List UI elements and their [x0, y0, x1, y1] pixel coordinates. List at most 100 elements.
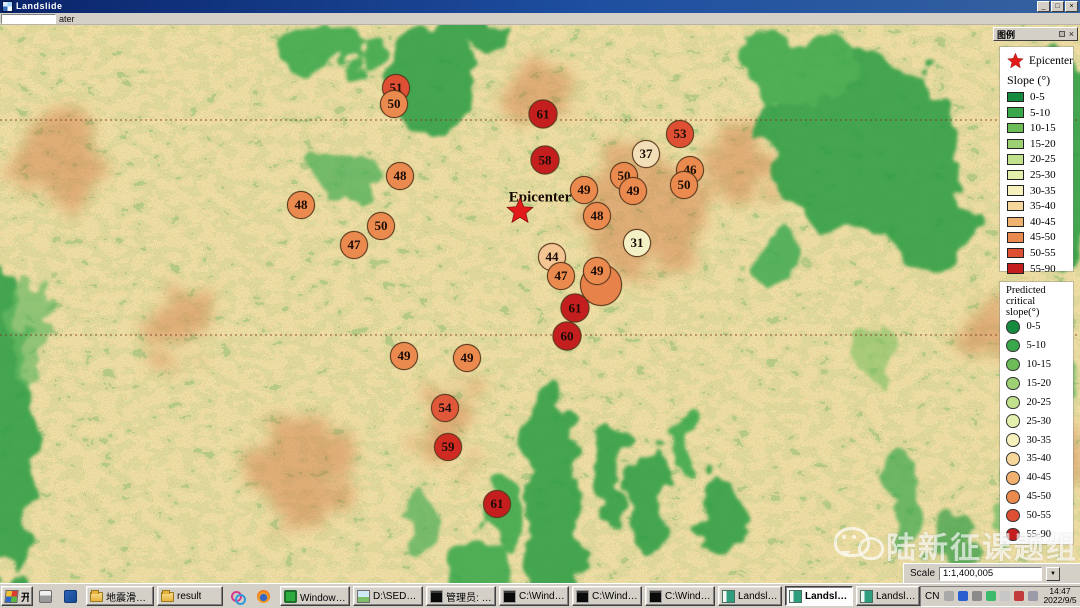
- slope-legend-range: 25-30: [1030, 169, 1056, 181]
- slope-marker[interactable]: 37: [632, 140, 660, 168]
- predicted-legend-swatch: [1006, 433, 1020, 447]
- slope-legend-range: 45-50: [1030, 231, 1056, 243]
- slope-marker[interactable]: 50: [367, 212, 395, 240]
- maximize-button-icon[interactable]: □: [1051, 1, 1064, 12]
- slope-marker[interactable]: 61: [529, 100, 558, 129]
- taskbar-item[interactable]: [253, 586, 277, 606]
- taskbar-item-label: Landslide: [738, 591, 778, 602]
- taskbar-item-icon: [503, 590, 516, 603]
- taskbar-item[interactable]: Windows 任...: [280, 586, 350, 606]
- taskbar-item[interactable]: [226, 586, 250, 606]
- scale-combo[interactable]: 1:1,400,005: [939, 567, 1042, 581]
- taskbar-item-label: result: [177, 591, 201, 602]
- legend-panel-titlebar[interactable]: 图例 ×: [993, 27, 1078, 41]
- wechat-icon: [834, 525, 880, 565]
- predicted-legend-list: 0-5 5-10 10-15 15-20: [1006, 320, 1073, 541]
- slope-marker[interactable]: 50: [380, 90, 408, 118]
- slope-marker[interactable]: 49: [619, 177, 647, 205]
- predicted-legend-row: 50-55: [1006, 509, 1073, 523]
- slope-marker[interactable]: 48: [386, 162, 414, 190]
- taskbar-item-icon: [357, 590, 370, 603]
- slope-legend-row: 5-10: [1007, 107, 1073, 119]
- slope-legend-swatch: [1007, 201, 1024, 212]
- alert-tray-icon[interactable]: [1014, 591, 1024, 601]
- minimize-button-icon[interactable]: _: [1037, 1, 1050, 12]
- marker-value: 37: [640, 146, 653, 162]
- slope-marker[interactable]: 47: [547, 262, 575, 290]
- slope-legend-range: 30-35: [1030, 185, 1056, 197]
- taskbar-item[interactable]: C:\Windows...: [499, 586, 569, 606]
- slope-marker[interactable]: 47: [340, 231, 368, 259]
- scale-dropdown-arrow-icon[interactable]: ▼: [1046, 567, 1060, 581]
- close-button-icon[interactable]: ×: [1065, 1, 1078, 12]
- slope-marker[interactable]: 54: [431, 394, 459, 422]
- epicenter-star-icon[interactable]: [506, 198, 534, 224]
- toolbar-combo-input[interactable]: [1, 14, 56, 24]
- volume-tray-icon[interactable]: [972, 591, 982, 601]
- window-titlebar[interactable]: Landslide _ □ ×: [0, 0, 1080, 13]
- slope-marker[interactable]: 48: [287, 191, 315, 219]
- slope-marker[interactable]: 48: [583, 202, 611, 230]
- slope-legend-range: 20-25: [1030, 153, 1056, 165]
- marker-value: 49: [578, 182, 591, 198]
- pin-icon[interactable]: [1059, 31, 1065, 37]
- taskbar-item-icon: [430, 590, 443, 603]
- app-icon: [2, 1, 13, 12]
- predicted-legend-swatch: [1006, 358, 1020, 372]
- slope-marker[interactable]: 58: [531, 146, 560, 175]
- marker-value: 47: [555, 268, 568, 284]
- taskbar-item[interactable]: 地震滑坡计...: [86, 586, 154, 606]
- slope-legend-swatch: [1007, 217, 1024, 228]
- predicted-legend-range: 0-5: [1027, 321, 1041, 332]
- taskbar-item-label: 管理员: C:...: [446, 589, 492, 604]
- taskbar-item[interactable]: Landslide: [785, 586, 853, 606]
- clock[interactable]: 14:47 2022/9/5: [1043, 587, 1076, 605]
- taskbar-item[interactable]: D:\SED-ACT...: [353, 586, 423, 606]
- taskbar-item[interactable]: [36, 586, 58, 606]
- marker-value: 60: [561, 328, 574, 344]
- predicted-legend-row: 20-25: [1006, 396, 1073, 410]
- predicted-legend-row: 45-50: [1006, 490, 1073, 504]
- flag-tray-icon[interactable]: [1000, 591, 1010, 601]
- taskbar-item[interactable]: C:\Windows...: [645, 586, 715, 606]
- taskbar-item[interactable]: result: [157, 586, 223, 606]
- marker-value: 47: [348, 237, 361, 253]
- slope-marker[interactable]: 50: [670, 171, 698, 199]
- taskbar-item[interactable]: Landslide: [856, 586, 920, 606]
- predicted-legend-row: 35-40: [1006, 452, 1073, 466]
- taskbar-item[interactable]: 开始: [1, 586, 33, 606]
- legend-epicenter-star-icon: [1007, 51, 1024, 71]
- slope-legend-swatch: [1007, 123, 1024, 134]
- taskbar-item-icon: [64, 590, 77, 603]
- green-app-tray-icon[interactable]: [986, 591, 996, 601]
- toolbar-text: ater: [59, 14, 75, 24]
- slope-marker[interactable]: 61: [561, 294, 590, 323]
- slope-map-canvas[interactable]: 51 50 48 48 50 47 61: [0, 25, 1080, 583]
- slope-legend-row: 40-45: [1007, 216, 1073, 228]
- slope-legend-list: 0-5 5-10 10-15 15-20: [1007, 91, 1073, 275]
- slope-marker[interactable]: 49: [583, 257, 611, 285]
- slope-marker[interactable]: 31: [623, 229, 651, 257]
- monitor-tray-icon[interactable]: [1028, 591, 1038, 601]
- legend-close-icon[interactable]: ×: [1069, 30, 1074, 38]
- taskbar-item[interactable]: [61, 586, 83, 606]
- slope-marker[interactable]: 49: [453, 344, 481, 372]
- taskbar-item[interactable]: Landslide: [718, 586, 782, 606]
- marker-value: 49: [398, 348, 411, 364]
- slope-marker[interactable]: 60: [553, 322, 582, 351]
- slope-marker[interactable]: 53: [666, 120, 694, 148]
- slope-legend-row: 35-40: [1007, 200, 1073, 212]
- slope-legend-swatch: [1007, 263, 1024, 274]
- printer-tray-icon[interactable]: [944, 591, 954, 601]
- slope-marker[interactable]: 49: [390, 342, 418, 370]
- slope-marker[interactable]: 49: [570, 176, 598, 204]
- slope-marker[interactable]: 59: [434, 433, 462, 461]
- taskbar-item[interactable]: 管理员: C:...: [426, 586, 496, 606]
- scale-label: Scale: [910, 568, 935, 579]
- slope-marker[interactable]: 61: [483, 490, 511, 518]
- taskbar-item[interactable]: C:\Windows...: [572, 586, 642, 606]
- language-indicator[interactable]: CN: [925, 591, 939, 602]
- predicted-legend-range: 25-30: [1027, 416, 1052, 427]
- help-tray-icon[interactable]: [958, 591, 968, 601]
- taskbar-item-icon: [789, 590, 802, 603]
